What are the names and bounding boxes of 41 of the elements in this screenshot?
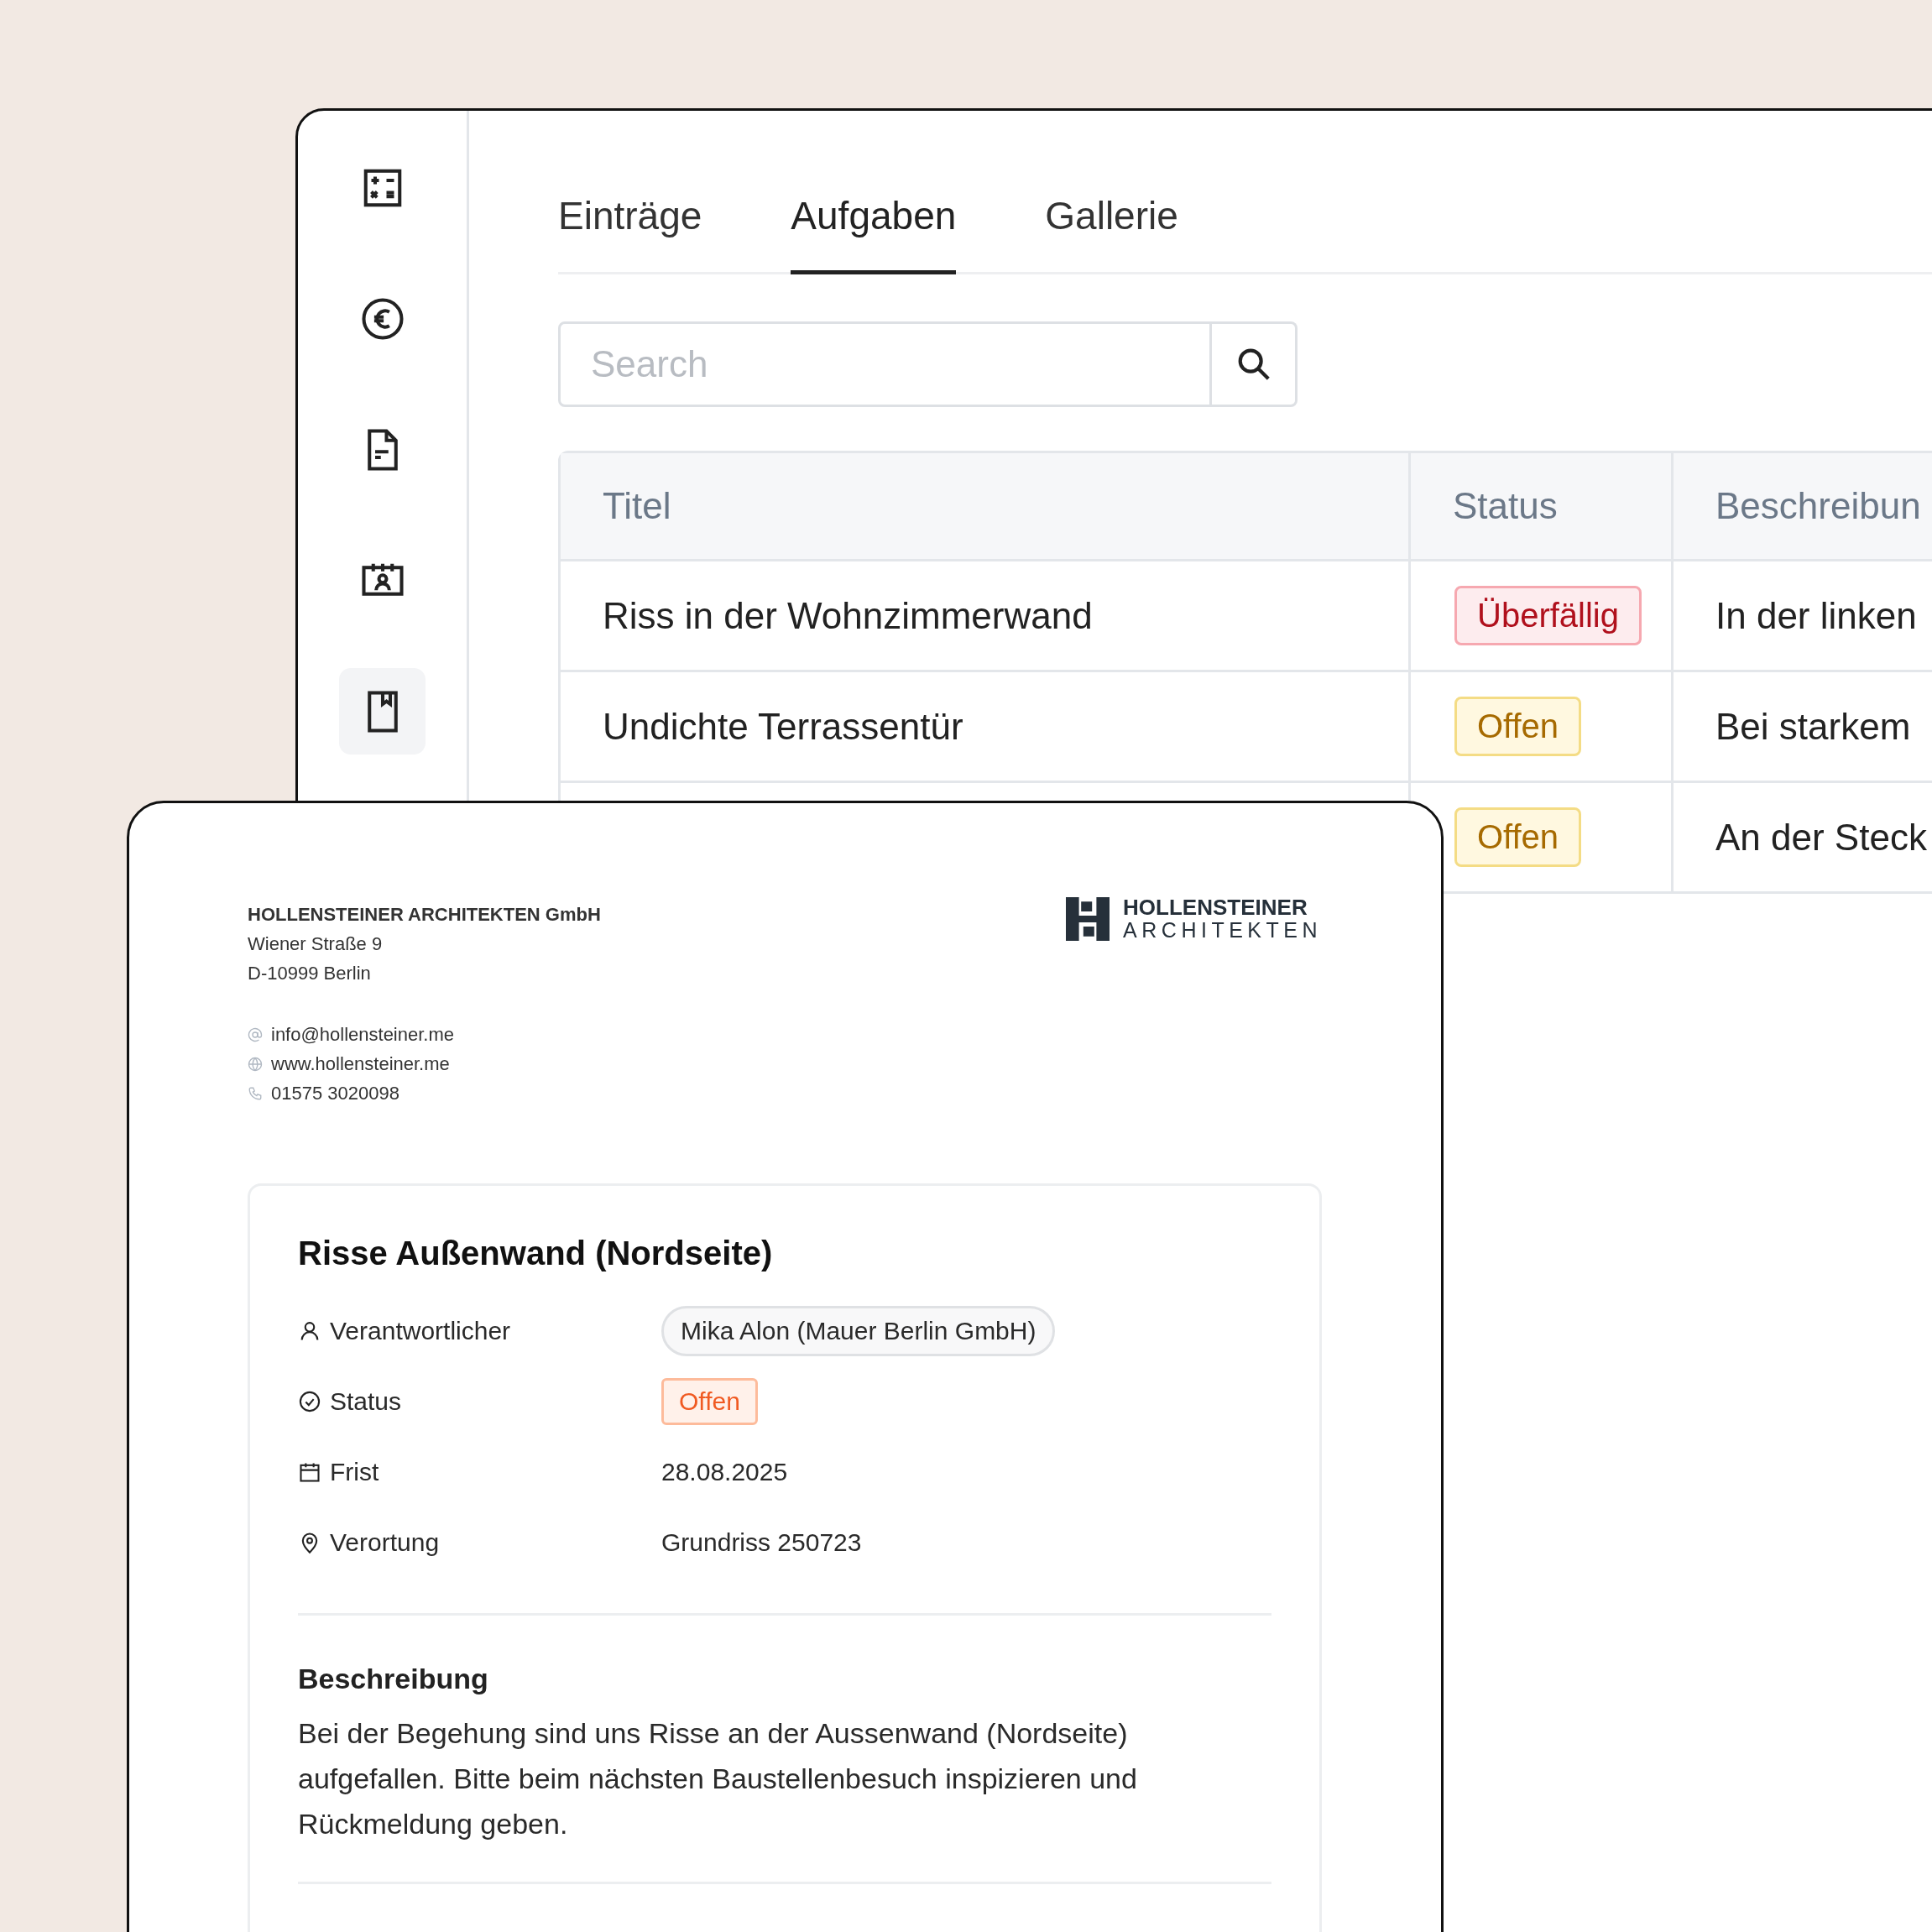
field-label: Frist <box>330 1458 379 1486</box>
company-name: HOLLENSTEINER ARCHITEKTEN GmbH <box>248 903 601 927</box>
assignee-pill: Mika Alon (Mauer Berlin GmbH) <box>661 1306 1056 1356</box>
table-cell: In der linken <box>1715 594 1917 637</box>
status-badge: Offen <box>1454 807 1582 867</box>
field-label: Status <box>330 1387 402 1416</box>
description-heading: Beschreibung <box>298 1663 489 1695</box>
logo-mark-icon <box>1066 897 1110 941</box>
street-text: Wiener Straße 9 <box>248 932 384 956</box>
phone-icon <box>248 1085 263 1101</box>
search-button[interactable] <box>1212 321 1298 407</box>
table-cell: An der Steck <box>1715 816 1927 859</box>
table-cell: Riss in der Wohnzimmerwand <box>603 594 1093 637</box>
field-value: 28.08.2025 <box>661 1458 788 1486</box>
status-badge: Überfällig <box>1454 586 1642 645</box>
column-header: Titel <box>602 484 672 528</box>
tab[interactable]: Einträge <box>558 193 702 274</box>
logo-text: HOLLENSTEINER <box>1123 896 1308 919</box>
city-text: D-10999 Berlin <box>248 962 372 985</box>
tab[interactable]: Aufgaben <box>791 193 957 274</box>
at-icon <box>248 1026 263 1042</box>
sidebar-bookmark-button[interactable] <box>339 668 426 755</box>
field-value: Grundriss 250723 <box>661 1528 862 1557</box>
column-header: Beschreibun <box>1671 453 1932 559</box>
search-field[interactable]: Search <box>558 321 1212 407</box>
description-text: Bei der Begehung sind uns Risse an der Aussenwand (Nordseite) aufgefallen. Bitte beim nächsten Baustellenbesuch inspizieren und Rückmeldung geben. <box>298 1716 1138 1841</box>
status-badge: Offen <box>1454 697 1582 756</box>
contact-text: 01575 3020098 <box>271 1082 399 1105</box>
field-label: Verantwortlicher <box>330 1317 511 1345</box>
table-cell: Undichte Terrassentür <box>603 705 963 748</box>
contact-text: info@hollensteiner.me <box>271 1023 454 1047</box>
status-badge: Offen <box>661 1378 758 1425</box>
check-circle-icon <box>298 1390 321 1413</box>
task-title: Risse Außenwand (Nordseite) <box>298 1235 774 1272</box>
contact-text: www.hollensteiner.me <box>271 1052 450 1076</box>
tab[interactable]: Gallerie <box>1045 193 1178 274</box>
field-label: Verortung <box>330 1528 440 1557</box>
logo-text: ARCHITEKTEN <box>1123 919 1322 942</box>
column-header: Status <box>1408 453 1671 559</box>
table-cell: Bei starkem <box>1715 705 1911 748</box>
globe-icon <box>248 1056 263 1072</box>
